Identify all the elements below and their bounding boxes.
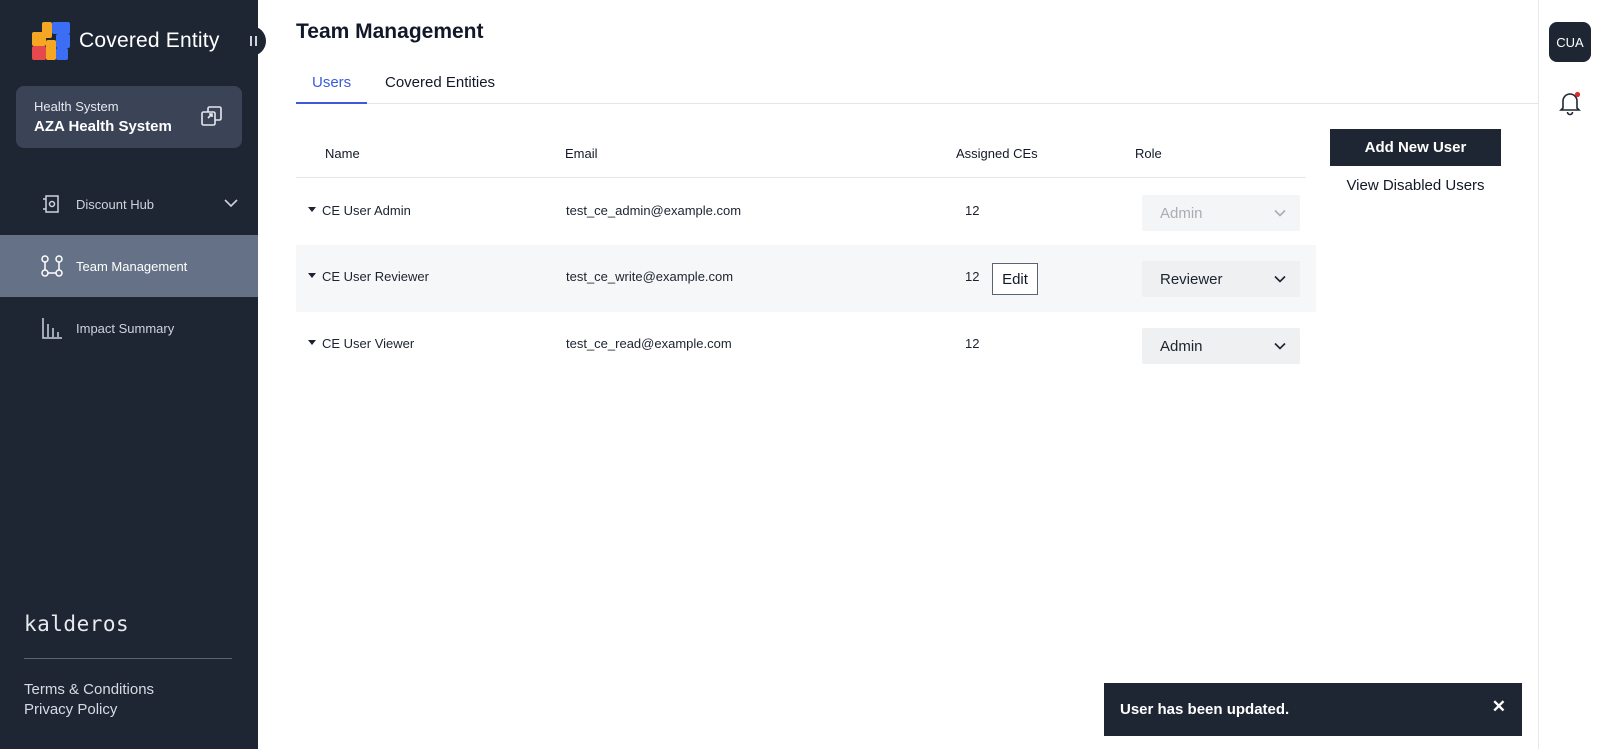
sidebar-item-discount-hub[interactable]: Discount Hub	[0, 173, 258, 235]
caret-down-icon	[308, 340, 316, 346]
company-logo: kalderos	[24, 612, 130, 636]
chevron-down-icon	[1274, 275, 1286, 283]
tab-users[interactable]: Users	[296, 74, 368, 104]
table-row[interactable]: CE User Viewer test_ce_read@example.com …	[296, 312, 1316, 379]
view-disabled-users-link[interactable]: View Disabled Users	[1330, 177, 1501, 194]
user-name: CE User Reviewer	[322, 269, 429, 284]
right-rail: CUA	[1538, 0, 1600, 749]
table-header: Name Email Assigned CEs Role	[296, 128, 1306, 178]
sidebar-item-label: Team Management	[76, 258, 188, 274]
role-select[interactable]: Admin	[1142, 328, 1300, 364]
toast-message: User has been updated.	[1120, 701, 1290, 718]
table-row[interactable]: CE User Reviewer test_ce_write@example.c…	[296, 245, 1316, 312]
avatar[interactable]: CUA	[1549, 22, 1591, 62]
user-name: CE User Viewer	[322, 336, 415, 351]
sidebar-divider	[24, 658, 232, 659]
user-email: test_ce_read@example.com	[566, 336, 732, 351]
sidebar-item-impact-summary[interactable]: Impact Summary	[0, 297, 258, 359]
document-icon	[43, 195, 59, 213]
user-name: CE User Admin	[322, 203, 411, 218]
health-system-label: Health System	[34, 99, 119, 114]
chevron-down-icon	[1274, 209, 1286, 217]
caret-down-icon	[308, 273, 316, 279]
toast-notification: User has been updated. ✕	[1104, 683, 1522, 736]
brand[interactable]: Covered Entity	[32, 22, 220, 60]
role-value: Admin	[1160, 338, 1203, 355]
caret-down-icon	[308, 207, 316, 213]
role-select: Admin	[1142, 195, 1300, 231]
sidebar: Covered Entity Health System AZA Health …	[0, 0, 266, 749]
tab-bar: Users Covered Entities	[296, 72, 1540, 104]
team-icon	[41, 255, 63, 277]
add-new-user-button[interactable]: Add New User	[1330, 129, 1501, 166]
privacy-link[interactable]: Privacy Policy	[24, 701, 117, 718]
assigned-ces: 12	[965, 336, 980, 351]
user-email: test_ce_write@example.com	[566, 269, 734, 284]
assigned-ces: 12	[965, 203, 980, 218]
row-expand-toggle[interactable]: CE User Viewer	[308, 336, 414, 351]
bar-chart-icon	[42, 318, 62, 339]
page-title: Team Management	[296, 20, 484, 43]
sidebar-item-label: Discount Hub	[76, 196, 155, 212]
main-content: Team Management Users Covered Entities N…	[258, 0, 1540, 749]
header-name[interactable]: Name	[325, 146, 360, 161]
sidebar-item-team-management[interactable]: Team Management	[0, 235, 258, 297]
brand-name: Covered Entity	[79, 29, 220, 52]
covered-entity-logo-icon	[32, 22, 70, 60]
terms-link[interactable]: Terms & Conditions	[24, 681, 154, 698]
table-row[interactable]: CE User Admin test_ce_admin@example.com …	[296, 179, 1316, 246]
chevron-down-icon	[1274, 342, 1286, 350]
row-expand-toggle[interactable]: CE User Reviewer	[308, 269, 429, 284]
header-assigned-ces[interactable]: Assigned CEs	[956, 146, 1038, 161]
row-expand-toggle[interactable]: CE User Admin	[308, 203, 411, 218]
health-system-card[interactable]: Health System AZA Health System	[16, 86, 242, 148]
tab-covered-entities[interactable]: Covered Entities	[385, 74, 495, 104]
chevron-down-icon[interactable]	[224, 196, 238, 210]
role-value: Reviewer	[1160, 271, 1223, 288]
close-icon[interactable]: ✕	[1492, 697, 1506, 717]
health-system-name: AZA Health System	[34, 118, 172, 135]
notification-bell-icon[interactable]	[1558, 90, 1582, 116]
role-select[interactable]: Reviewer	[1142, 261, 1300, 297]
sidebar-item-label: Impact Summary	[76, 320, 175, 336]
user-email: test_ce_admin@example.com	[566, 203, 742, 218]
assigned-ces: 12	[965, 269, 980, 284]
switch-system-icon[interactable]	[200, 104, 224, 128]
header-email[interactable]: Email	[565, 146, 598, 161]
edit-assigned-button[interactable]: Edit	[992, 263, 1038, 295]
header-role[interactable]: Role	[1135, 146, 1162, 161]
role-value: Admin	[1160, 205, 1203, 222]
